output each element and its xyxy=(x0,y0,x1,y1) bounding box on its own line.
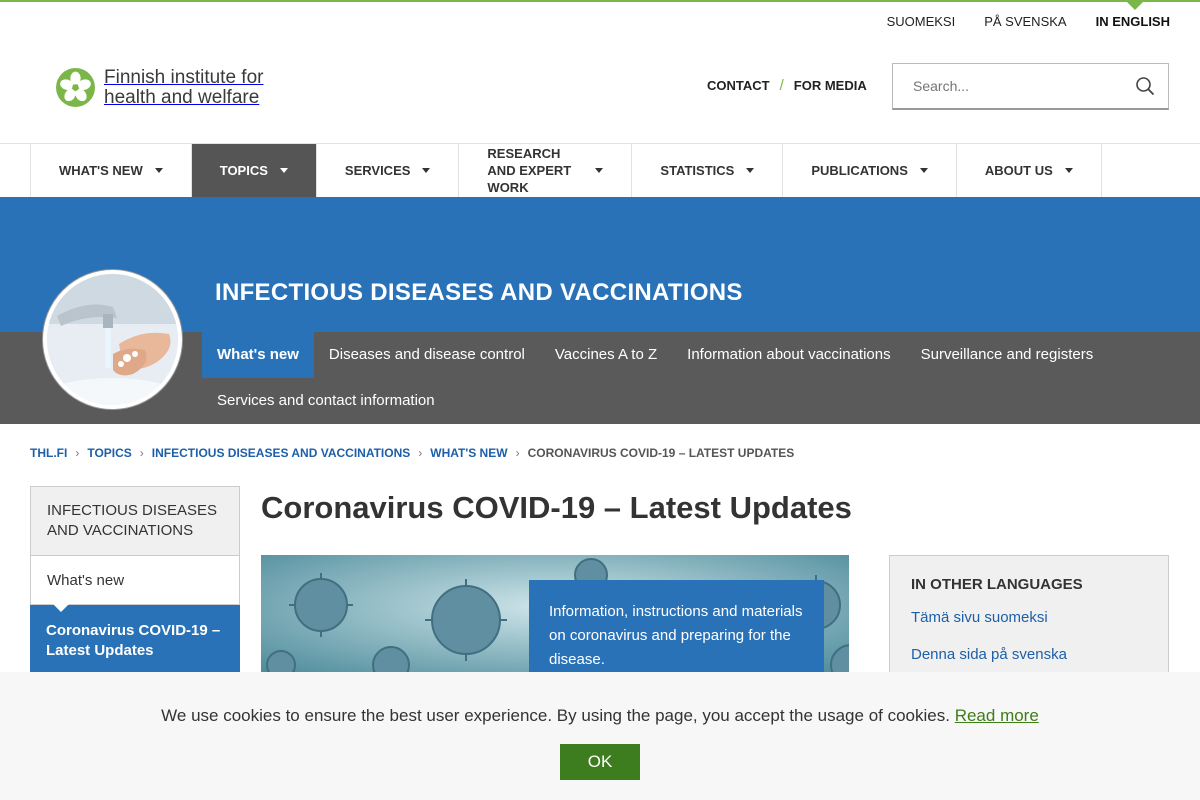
cookie-text: We use cookies to ensure the best user e… xyxy=(161,706,950,725)
breadcrumb-home[interactable]: THL.FI xyxy=(30,446,67,460)
breadcrumb-chevron-icon: › xyxy=(139,446,144,460)
subnav-vaccines[interactable]: Vaccines A to Z xyxy=(540,332,672,378)
subnav-surveillance[interactable]: Surveillance and registers xyxy=(906,332,1109,378)
header-link-separator: / xyxy=(779,77,784,94)
lang-link-swedish[interactable]: PÅ SVENSKA xyxy=(984,14,1066,29)
main-nav-label: PUBLICATIONS xyxy=(811,163,908,178)
breadcrumb-topics[interactable]: TOPICS xyxy=(87,446,131,460)
logo-line-1: Finnish institute for xyxy=(104,66,264,88)
for-media-link[interactable]: FOR MEDIA xyxy=(794,78,867,93)
sidenav-heading[interactable]: INFECTIOUS DISEASES AND VACCINATIONS xyxy=(30,486,240,556)
main-nav-label: SERVICES xyxy=(344,163,411,178)
main-nav-publications[interactable]: PUBLICATIONS xyxy=(782,144,956,197)
main-nav-label: WHAT'S NEW xyxy=(59,163,143,178)
main-nav-whats-new[interactable]: WHAT'S NEW xyxy=(30,144,191,197)
breadcrumb-chevron-icon: › xyxy=(418,446,423,460)
main-nav-label: TOPICS xyxy=(219,163,268,178)
subnav-services-contact[interactable]: Services and contact information xyxy=(202,378,450,424)
contact-link[interactable]: CONTACT xyxy=(707,78,770,93)
subnav-vaccination-info[interactable]: Information about vaccinations xyxy=(672,332,905,378)
site-logo[interactable]: Finnish institute for health and welfare xyxy=(55,67,263,108)
language-bar: SUOMEKSI PÅ SVENSKA IN ENGLISH xyxy=(887,14,1170,29)
caret-down-icon xyxy=(279,168,288,173)
main-nav-label: STATISTICS xyxy=(660,163,735,178)
search-box xyxy=(892,63,1169,110)
section-subnav: What's new Diseases and disease control … xyxy=(202,332,1192,424)
caret-down-icon xyxy=(595,168,604,173)
main-nav-research[interactable]: RESEARCH AND EXPERT WORK xyxy=(458,144,631,197)
active-language-marker xyxy=(1127,2,1143,10)
caret-down-icon xyxy=(1064,168,1073,173)
cookie-read-more-link[interactable]: Read more xyxy=(955,706,1039,725)
main-navigation: WHAT'S NEW TOPICS SERVICES RESEARCH AND … xyxy=(0,143,1200,197)
breadcrumb-whats-new[interactable]: WHAT'S NEW xyxy=(430,446,507,460)
breadcrumb-infectious-diseases[interactable]: INFECTIOUS DISEASES AND VACCINATIONS xyxy=(152,446,410,460)
flower-logo-icon xyxy=(56,68,95,107)
search-icon[interactable] xyxy=(1122,64,1168,108)
caret-down-icon xyxy=(919,168,928,173)
other-language-link-finnish[interactable]: Tämä sivu suomeksi xyxy=(911,609,1147,626)
subnav-whats-new[interactable]: What's new xyxy=(202,332,314,378)
other-languages-heading: IN OTHER LANGUAGES xyxy=(911,576,1083,593)
breadcrumb: THL.FI › TOPICS › INFECTIOUS DISEASES AN… xyxy=(30,446,794,460)
cookie-ok-button[interactable]: OK xyxy=(560,744,640,780)
main-nav-topics[interactable]: TOPICS xyxy=(190,144,316,197)
search-input[interactable] xyxy=(893,64,1122,108)
top-accent-line xyxy=(0,0,1200,2)
page-title: Coronavirus COVID-19 – Latest Updates xyxy=(261,490,852,525)
caret-down-icon xyxy=(154,168,163,173)
main-nav-about-us[interactable]: ABOUT US xyxy=(955,144,1102,197)
logo-wordmark: Finnish institute for health and welfare xyxy=(104,66,264,108)
side-navigation: INFECTIOUS DISEASES AND VACCINATIONS Wha… xyxy=(30,486,240,677)
section-title: INFECTIOUS DISEASES AND VACCINATIONS xyxy=(215,279,743,306)
main-nav-label: RESEARCH AND EXPERT WORK xyxy=(487,146,572,195)
breadcrumb-chevron-icon: › xyxy=(515,446,520,460)
caret-down-icon xyxy=(746,168,755,173)
cookie-banner: We use cookies to ensure the best user e… xyxy=(0,672,1200,800)
logo-line-2: health and welfare xyxy=(104,86,260,108)
sidenav-item-whats-new[interactable]: What's new xyxy=(30,556,240,612)
caret-down-icon xyxy=(422,168,431,173)
main-nav-services[interactable]: SERVICES xyxy=(315,144,459,197)
section-image-handwashing xyxy=(43,270,182,409)
cookie-message: We use cookies to ensure the best user e… xyxy=(0,706,1200,726)
subnav-diseases[interactable]: Diseases and disease control xyxy=(314,332,540,378)
section-banner xyxy=(0,197,1200,332)
sidenav-item-active[interactable]: Coronavirus COVID-19 – Latest Updates xyxy=(30,605,240,677)
main-nav-label: ABOUT US xyxy=(984,163,1053,178)
main-nav-statistics[interactable]: STATISTICS xyxy=(631,144,782,197)
header-links: CONTACT / FOR MEDIA xyxy=(707,77,867,94)
breadcrumb-chevron-icon: › xyxy=(75,446,80,460)
lang-link-finnish[interactable]: SUOMEKSI xyxy=(887,14,956,29)
other-language-link-swedish[interactable]: Denna sida på svenska xyxy=(911,646,1147,663)
breadcrumb-current: CORONAVIRUS COVID-19 – LATEST UPDATES xyxy=(527,446,795,460)
lang-link-english[interactable]: IN ENGLISH xyxy=(1096,14,1170,29)
